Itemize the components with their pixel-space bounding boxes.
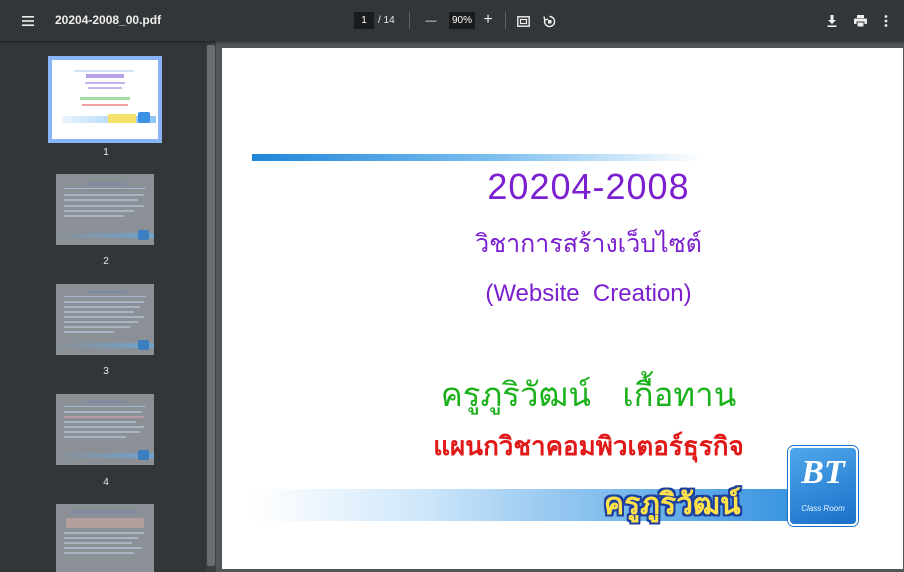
file-title: 20204-2008_00.pdf [55, 13, 162, 27]
rotate-button[interactable] [539, 11, 559, 31]
teacher-name: ครูภูริวัฒน์ เกื้อทาน [440, 375, 737, 414]
teacher-logo-text: ครูภูริวัฒน์ [604, 487, 741, 522]
top-accent-bar [252, 154, 702, 161]
page-number-input[interactable]: 1 [354, 12, 374, 29]
thumbnail-label: 4 [103, 477, 109, 488]
page-count: / 14 [378, 15, 395, 26]
zoom-in-button[interactable]: + [478, 10, 498, 30]
pdf-page: 20204-2008 วิชาการสร้างเว็บไซต์ (Website… [222, 48, 903, 569]
download-icon [827, 15, 837, 27]
fit-to-page-button[interactable] [513, 11, 533, 31]
thumbnail-page-5[interactable] [56, 504, 154, 572]
more-actions-button[interactable] [876, 11, 896, 31]
download-button[interactable] [822, 11, 842, 31]
classroom-badge: BT Class Room [788, 446, 858, 526]
thumbnail-label: 3 [103, 366, 109, 377]
zoom-out-button[interactable]: — [421, 11, 441, 31]
menu-icon [22, 16, 34, 26]
print-icon [853, 15, 867, 27]
sidebar-scrollbar-thumb[interactable] [207, 45, 215, 566]
course-title-thai: วิชาการสร้างเว็บไซต์ [475, 229, 702, 258]
more-vertical-icon [884, 15, 888, 27]
thumbnail-page-1[interactable] [52, 60, 158, 139]
rotate-icon [542, 15, 555, 27]
menu-button[interactable] [18, 11, 38, 31]
pdf-toolbar: 20204-2008_00.pdf 1 / 14 — 90% + [0, 0, 904, 41]
print-button[interactable] [850, 11, 870, 31]
toolbar-divider [505, 12, 506, 29]
thumbnail-label: 2 [103, 256, 109, 267]
fit-to-page-icon [516, 15, 530, 27]
zoom-input[interactable]: 90% [449, 12, 475, 29]
thumbnail-page-4[interactable] [56, 394, 154, 465]
toolbar-divider [409, 12, 410, 29]
thumbnail-label: 1 [103, 147, 109, 158]
course-code: 20204-2008 [487, 166, 690, 207]
badge-subtitle: Class Room [801, 504, 845, 513]
course-title-english: (Website Creation) [485, 280, 692, 307]
badge-logo-text: BT [801, 454, 845, 491]
thumbnail-page-2[interactable] [56, 174, 154, 245]
thumbnail-sidebar: 1 2 3 4 [0, 41, 216, 572]
thumbnail-page-3[interactable] [56, 284, 154, 355]
